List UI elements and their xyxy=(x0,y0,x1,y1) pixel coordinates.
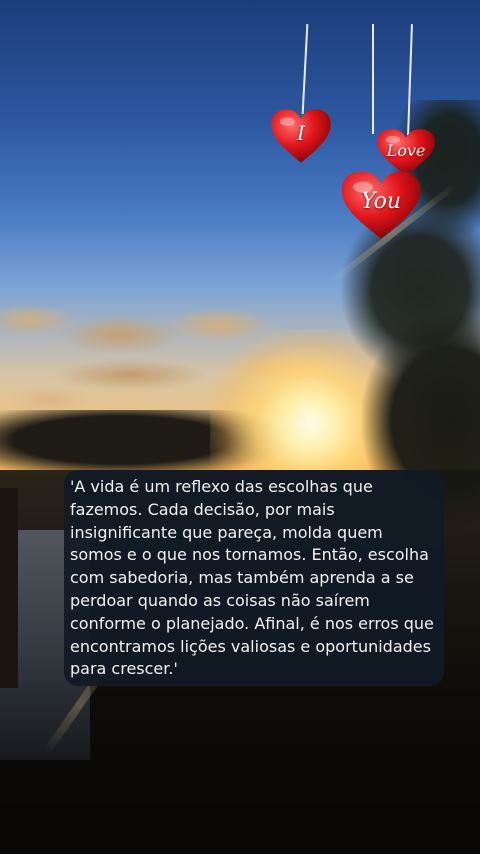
pier-post xyxy=(0,488,18,688)
heart-you: You xyxy=(340,170,422,240)
heart-string-2 xyxy=(372,24,374,134)
heart-label: Love xyxy=(386,140,426,160)
quote-text: 'A vida é um reflexo das escolhas que fa… xyxy=(70,477,434,679)
heart-love: Love xyxy=(376,128,436,176)
heart-i: I xyxy=(270,108,332,164)
heart-label: You xyxy=(360,188,402,214)
quote-card: 'A vida é um reflexo das escolhas que fa… xyxy=(64,470,444,686)
heart-label: I xyxy=(297,121,305,145)
